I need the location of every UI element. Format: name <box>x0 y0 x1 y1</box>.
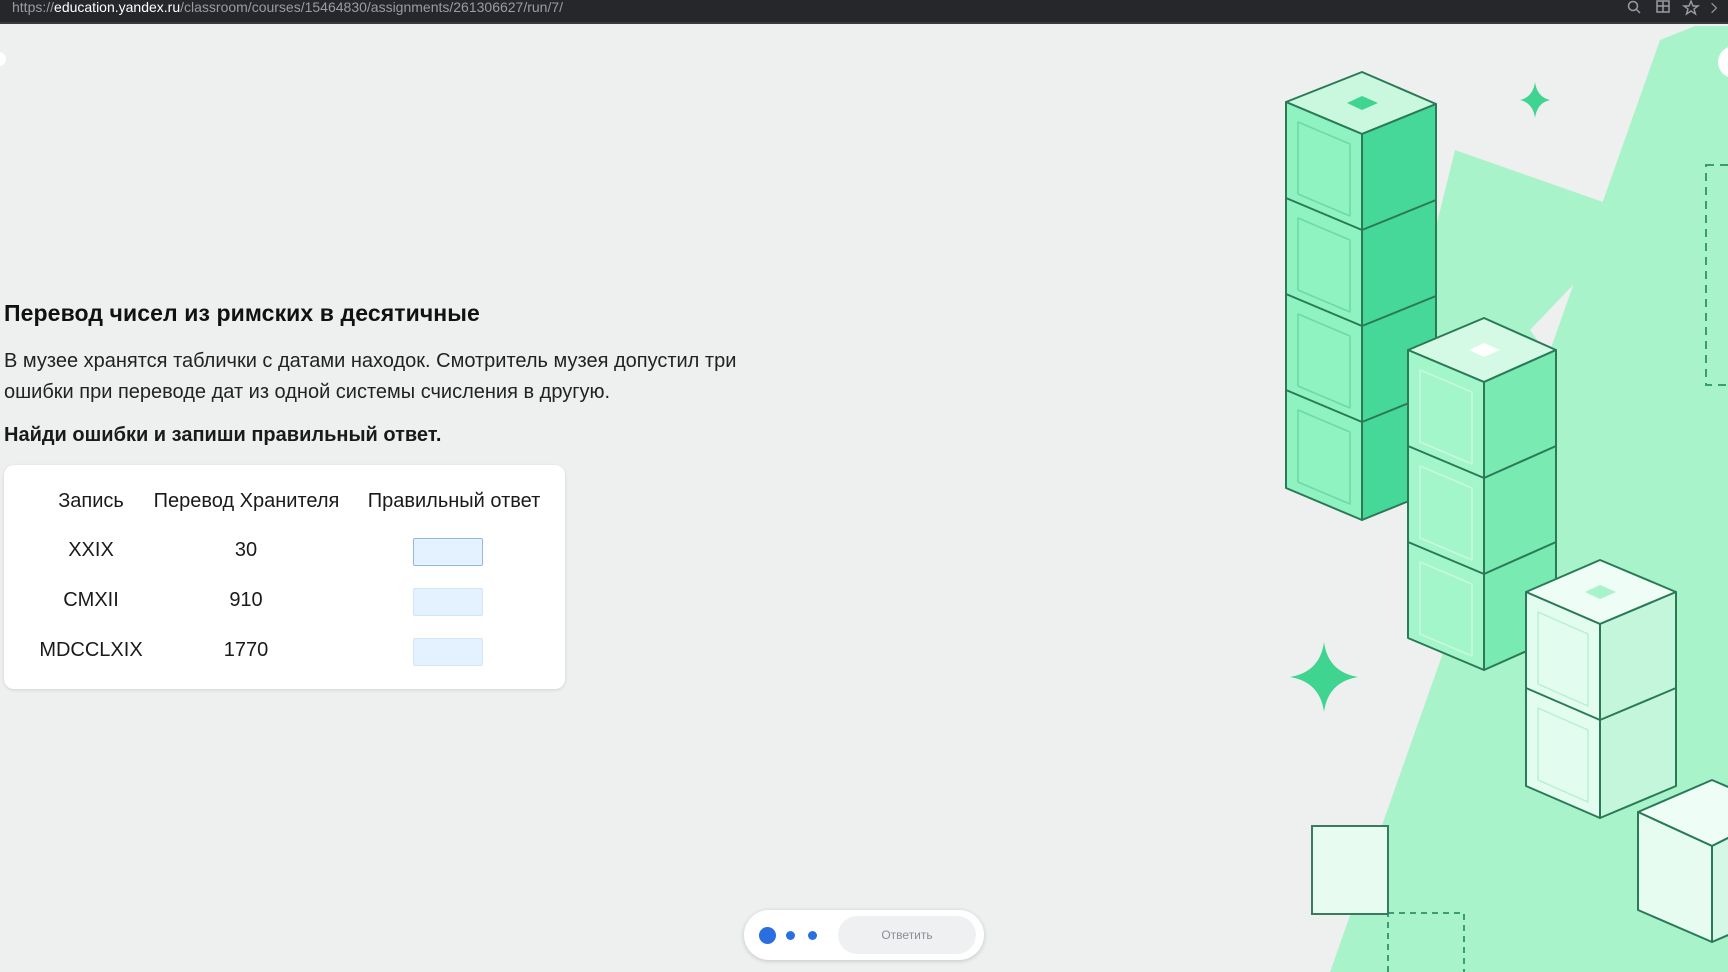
cell-keeper: 1770 <box>223 639 269 661</box>
task-instruction: Найди ошибки и запиши правильный ответ. <box>4 424 442 446</box>
task-controls: Ответить <box>744 910 984 960</box>
browser-menu-icon[interactable] <box>1710 0 1718 16</box>
zoom-icon[interactable] <box>1626 0 1644 16</box>
collections-icon[interactable] <box>1654 0 1672 16</box>
cell-keeper: 910 <box>229 589 263 611</box>
cube-partial <box>1637 779 1728 943</box>
header-keeper-translation: Перевод Хранителя <box>153 490 340 512</box>
back-button[interactable] <box>0 52 6 66</box>
answer-table-card: Запись Перевод Хранителя Правильный отве… <box>4 465 565 689</box>
task-description: В музее хранятся таблички с датами наход… <box>4 350 737 403</box>
cell-record: XXIX <box>68 539 114 561</box>
answer-table: Запись Перевод Хранителя Правильный отве… <box>4 465 565 689</box>
page-dot-3[interactable] <box>808 931 817 940</box>
cube-tower-c <box>1525 559 1677 819</box>
url-domain: education.yandex.ru <box>54 0 181 15</box>
cell-record: MDCCLXIX <box>39 639 143 661</box>
cell-keeper: 30 <box>234 539 258 561</box>
browser-address-bar[interactable]: https://education.yandex.ru/classroom/co… <box>0 0 1728 24</box>
url-path: /classroom/courses/15464830/assignments/… <box>180 0 564 15</box>
bookmark-star-icon[interactable] <box>1682 0 1700 16</box>
cube-tower-a <box>1285 71 1437 521</box>
submit-answer-button[interactable]: Ответить <box>838 916 976 954</box>
answer-input-1[interactable] <box>413 538 483 566</box>
task-title: Перевод чисел из римских в десятичные <box>4 300 480 326</box>
answer-input-2[interactable] <box>413 588 483 616</box>
header-record: Запись <box>58 490 124 512</box>
url-text[interactable]: https://education.yandex.ru/classroom/co… <box>12 0 563 22</box>
header-correct-answer: Правильный ответ <box>367 490 541 512</box>
page-dot-2[interactable] <box>786 931 795 940</box>
page-dot-current[interactable] <box>759 927 776 944</box>
url-prefix: https:// <box>12 0 55 15</box>
answer-input-3[interactable] <box>413 638 483 666</box>
cell-record: CMXII <box>63 589 119 611</box>
cube-tower-b <box>1407 317 1557 671</box>
